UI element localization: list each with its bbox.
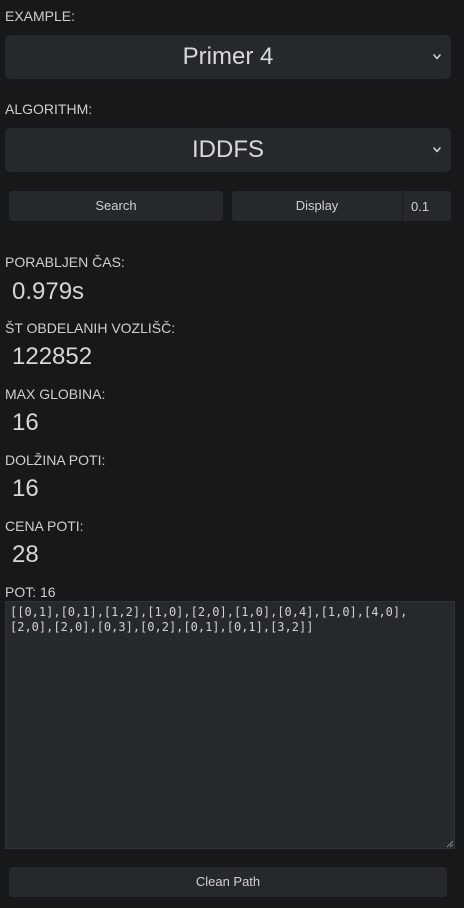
time-label: PORABLJEN ČAS:: [5, 254, 125, 270]
example-select[interactable]: Primer 4: [5, 35, 451, 79]
path-cost-value: 28: [12, 541, 39, 568]
depth-value: 16: [12, 409, 39, 436]
depth-label: MAX GLOBINA:: [5, 386, 106, 402]
path-label: POT: 16: [5, 584, 56, 600]
path-cost-label: CENA POTI:: [5, 518, 84, 534]
search-button[interactable]: Search: [9, 191, 223, 221]
algorithm-select[interactable]: IDDFS: [5, 128, 451, 172]
path-textarea[interactable]: [[0,1],[0,1],[1,2],[1,0],[2,0],[1,0],[0,…: [5, 601, 455, 849]
algorithm-selected-value: IDDFS: [192, 136, 264, 163]
example-label: EXAMPLE:: [5, 8, 76, 24]
chevron-down-icon: [433, 147, 441, 153]
display-delay-input[interactable]: [402, 191, 451, 221]
chevron-down-icon: [433, 54, 441, 60]
nodes-label: ŠT OBDELANIH VOZLIŠČ:: [5, 320, 176, 336]
example-selected-value: Primer 4: [182, 43, 274, 70]
display-button[interactable]: Display: [232, 191, 402, 221]
clean-path-button[interactable]: Clean Path: [9, 867, 447, 897]
time-value: 0.979s: [12, 278, 85, 305]
path-length-value: 16: [12, 475, 39, 502]
resize-handle-icon[interactable]: [444, 838, 454, 848]
nodes-value: 122852: [12, 343, 93, 370]
path-length-label: DOLŽINA POTI:: [5, 452, 106, 468]
algorithm-label: ALGORITHM:: [5, 101, 93, 117]
